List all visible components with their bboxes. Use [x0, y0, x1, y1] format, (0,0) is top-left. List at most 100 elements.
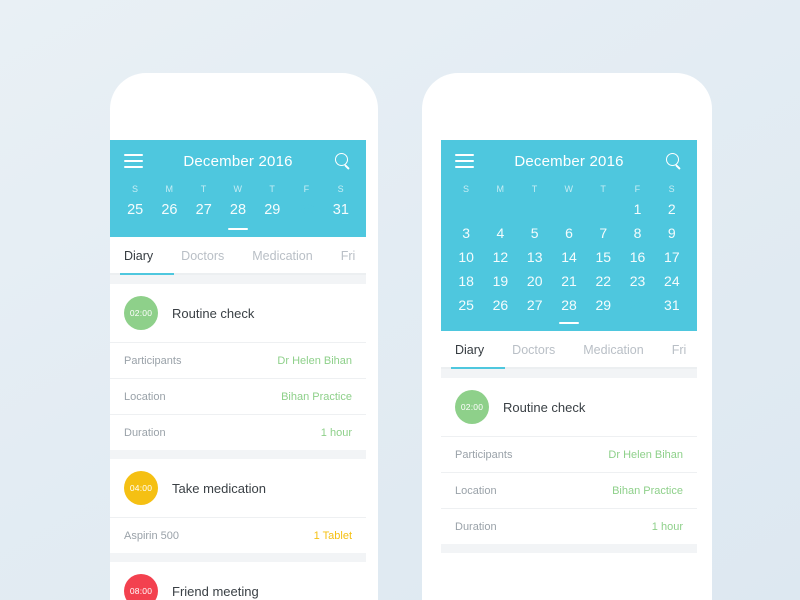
app-screen-month: December 2016 S M T W T F S 1 2 3 4 5 6 … — [441, 140, 697, 600]
month-date-cell[interactable]: 5 — [518, 221, 552, 245]
week-date-cell[interactable]: 31 — [324, 197, 358, 223]
list-gap — [110, 450, 366, 459]
month-date-cell[interactable]: 20 — [518, 269, 552, 293]
event-detail-row: Duration 1 hour — [110, 414, 366, 450]
phone-mockup-month-view: December 2016 S M T W T F S 1 2 3 4 5 6 … — [422, 73, 712, 600]
month-date-cell-empty — [483, 197, 517, 221]
month-date-cell[interactable]: 7 — [586, 221, 620, 245]
month-date-cell[interactable]: 25 — [449, 293, 483, 317]
tab-medication[interactable]: Medication — [252, 249, 312, 263]
detail-key: Participants — [455, 448, 513, 461]
search-icon[interactable] — [335, 152, 352, 170]
month-date-cell[interactable]: 27 — [518, 293, 552, 317]
list-bottom-strip — [441, 544, 697, 553]
month-date-cell[interactable]: 1 — [620, 197, 654, 221]
month-date-cell[interactable]: 15 — [586, 245, 620, 269]
month-date-cell[interactable]: 19 — [483, 269, 517, 293]
detail-key: Duration — [124, 426, 166, 439]
month-date-cell[interactable]: 18 — [449, 269, 483, 293]
event-detail-row: Duration 1 hour — [441, 508, 697, 544]
detail-value: 1 hour — [651, 520, 683, 533]
event-card-routine-check[interactable]: 02:00 Routine check Participants Dr Hele… — [110, 284, 366, 450]
week-date-cell[interactable]: 25 — [118, 197, 152, 223]
month-date-cell[interactable]: 21 — [552, 269, 586, 293]
tab-diary[interactable]: Diary — [455, 343, 484, 357]
month-marker-row — [441, 317, 697, 329]
month-date-cell[interactable]: 22 — [586, 269, 620, 293]
detail-key: Participants — [124, 354, 182, 367]
month-date-cell[interactable]: 9 — [655, 221, 689, 245]
day-initial: S — [131, 184, 139, 194]
phone-mockup-week-view: December 2016 S M T W T F S 25 26 27 28 … — [110, 73, 378, 600]
month-date-cell[interactable]: 17 — [655, 245, 689, 269]
event-detail-row: Participants Dr Helen Bihan — [441, 436, 697, 472]
detail-key: Location — [124, 390, 166, 403]
event-time-badge: 02:00 — [455, 390, 489, 424]
calendar-header-month: December 2016 S M T W T F S 1 2 3 4 5 6 … — [441, 140, 697, 331]
tab-diary[interactable]: Diary — [124, 249, 153, 263]
month-date-cell[interactable]: 28 — [552, 293, 586, 317]
date-marker-indicator — [221, 227, 255, 231]
hamburger-icon[interactable] — [124, 154, 143, 168]
month-date-cell[interactable]: 24 — [655, 269, 689, 293]
calendar-header-week: December 2016 S M T W T F S 25 26 27 28 … — [110, 140, 366, 237]
tab-active-underline — [120, 273, 174, 275]
month-week-row-4: 18 19 20 21 22 23 24 — [441, 269, 697, 293]
week-date-cell[interactable]: 29 — [255, 197, 289, 223]
day-initial: W — [233, 184, 243, 194]
month-date-cell[interactable]: 8 — [620, 221, 654, 245]
event-time-badge: 04:00 — [124, 471, 158, 505]
hamburger-icon[interactable] — [455, 154, 474, 168]
week-date-cell-selected[interactable]: 30 — [289, 197, 323, 223]
month-week-row-3: 10 12 13 14 15 16 17 — [441, 245, 697, 269]
month-date-cell[interactable]: 23 — [620, 269, 654, 293]
event-card-take-medication[interactable]: 04:00 Take medication Aspirin 500 1 Tabl… — [110, 459, 366, 553]
event-card-friend-meeting[interactable]: 08:00 Friend meeting — [110, 562, 366, 600]
tab-friday[interactable]: Fri — [672, 343, 687, 357]
search-icon[interactable] — [666, 152, 683, 170]
event-header: 04:00 Take medication — [110, 459, 366, 517]
month-date-cell-empty — [586, 197, 620, 221]
week-date-cell[interactable]: 26 — [152, 197, 186, 223]
day-initial: M — [496, 184, 505, 194]
month-date-cell[interactable]: 29 — [586, 293, 620, 317]
tab-medication[interactable]: Medication — [583, 343, 643, 357]
event-card-routine-check[interactable]: 02:00 Routine check Participants Dr Hele… — [441, 378, 697, 544]
app-topbar: December 2016 — [110, 140, 366, 182]
month-date-cell[interactable]: 12 — [483, 245, 517, 269]
month-date-cell[interactable]: 6 — [552, 221, 586, 245]
detail-value: Bihan Practice — [612, 484, 683, 497]
month-date-cell[interactable]: 4 — [483, 221, 517, 245]
day-initial: T — [269, 184, 276, 194]
day-initial: S — [337, 184, 345, 194]
month-date-cell-empty — [552, 197, 586, 221]
event-header: 08:00 Friend meeting — [110, 562, 366, 600]
event-time-badge: 02:00 — [124, 296, 158, 330]
month-date-cell[interactable]: 14 — [552, 245, 586, 269]
day-initial: W — [564, 184, 574, 194]
month-date-cell[interactable]: 26 — [483, 293, 517, 317]
tab-doctors[interactable]: Doctors — [181, 249, 224, 263]
month-date-cell[interactable]: 16 — [620, 245, 654, 269]
week-date-cell[interactable]: 27 — [187, 197, 221, 223]
month-date-cell[interactable]: 13 — [518, 245, 552, 269]
month-date-cell[interactable]: 31 — [655, 293, 689, 317]
month-date-cell-empty — [449, 197, 483, 221]
tab-doctors[interactable]: Doctors — [512, 343, 555, 357]
tab-friday[interactable]: Fri — [341, 249, 356, 263]
detail-key: Duration — [455, 520, 497, 533]
page-title: December 2016 — [183, 152, 293, 170]
month-date-cell-selected[interactable]: 30 — [620, 293, 654, 317]
month-date-cell[interactable]: 10 — [449, 245, 483, 269]
tab-bar-right: Diary Doctors Medication Fri — [441, 331, 697, 369]
week-date-cell[interactable]: 28 — [221, 197, 255, 223]
page-title: December 2016 — [514, 152, 624, 170]
detail-value: Dr Helen Bihan — [277, 354, 352, 367]
event-title: Routine check — [172, 305, 255, 321]
month-date-cell[interactable]: 2 — [655, 197, 689, 221]
event-header: 02:00 Routine check — [441, 378, 697, 436]
event-detail-row: Participants Dr Helen Bihan — [110, 342, 366, 378]
event-header: 02:00 Routine check — [110, 284, 366, 342]
detail-value: Bihan Practice — [281, 390, 352, 403]
month-date-cell[interactable]: 3 — [449, 221, 483, 245]
